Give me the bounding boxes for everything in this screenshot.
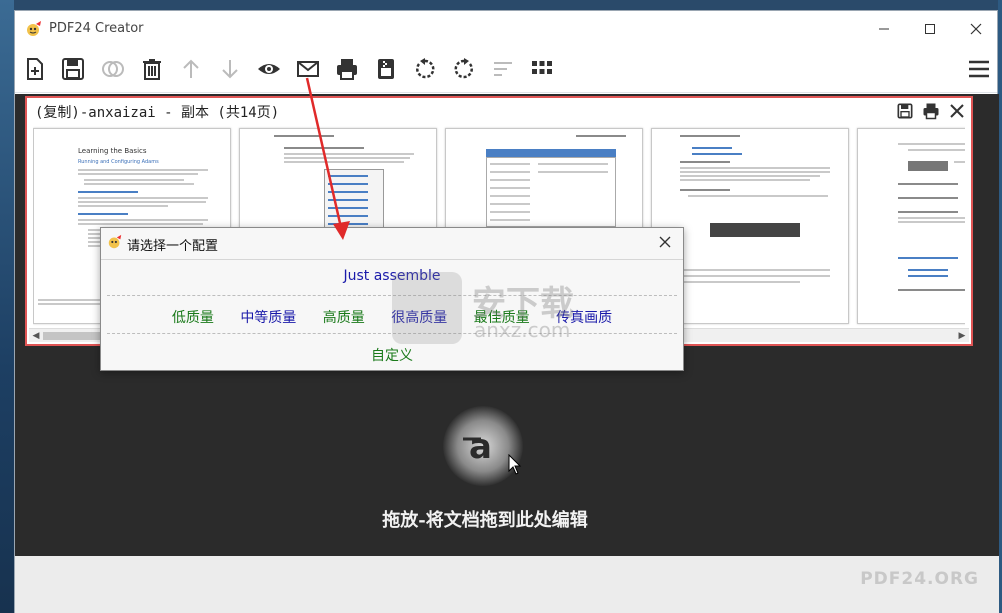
window-title: PDF24 Creator	[49, 21, 144, 36]
dialog-app-icon	[107, 234, 123, 250]
minimize-button[interactable]	[861, 11, 907, 47]
close-icon[interactable]	[655, 232, 675, 252]
drop-area[interactable]: a 拖放-将文档拖到此处编辑	[15, 374, 999, 556]
grid-icon[interactable]	[526, 53, 558, 85]
save-icon[interactable]	[57, 53, 89, 85]
print-icon[interactable]	[331, 53, 363, 85]
option-custom[interactable]: 自定义	[101, 345, 683, 365]
option-just-assemble[interactable]: Just assemble	[101, 268, 683, 284]
option-fax-quality[interactable]: 传真画质	[556, 310, 612, 326]
option-medium-quality[interactable]: 中等质量	[240, 310, 296, 326]
merge-icon[interactable]	[97, 53, 129, 85]
pdf24-app-icon	[25, 20, 43, 38]
document-title: (复制)-anxaizai - 副本 (共14页)	[35, 105, 280, 121]
menu-icon[interactable]	[963, 53, 995, 85]
footer: PDF24.ORG	[15, 556, 999, 613]
preview-icon[interactable]	[253, 53, 285, 85]
dialog-separator	[101, 259, 683, 260]
thumb-subheading: Running and Configuring Adams	[78, 159, 159, 165]
move-down-icon[interactable]	[214, 53, 246, 85]
move-up-icon[interactable]	[175, 53, 207, 85]
close-window-button[interactable]	[953, 11, 999, 47]
thumb-heading: Learning the Basics	[78, 147, 147, 155]
rotate-left-icon[interactable]	[409, 53, 441, 85]
rotate-right-icon[interactable]	[448, 53, 480, 85]
title-bar: PDF24 Creator	[15, 11, 997, 47]
dialog-title: 请选择一个配置	[127, 239, 219, 254]
sort-icon[interactable]	[487, 53, 519, 85]
svg-text:a: a	[469, 427, 492, 467]
email-icon[interactable]	[292, 53, 324, 85]
add-file-icon[interactable]	[19, 53, 51, 85]
doc-close-icon[interactable]	[947, 101, 967, 121]
compress-icon[interactable]	[370, 53, 402, 85]
delete-icon[interactable]	[136, 53, 168, 85]
toolbar	[15, 47, 997, 93]
footer-brand: PDF24.ORG	[860, 569, 979, 589]
doc-print-icon[interactable]	[921, 101, 941, 121]
maximize-button[interactable]	[907, 11, 953, 47]
dialog-divider	[107, 333, 677, 334]
option-best-quality[interactable]: 最佳质量	[474, 310, 530, 326]
doc-save-icon[interactable]	[895, 101, 915, 121]
option-high-quality[interactable]: 高质量	[323, 310, 365, 326]
scroll-right-icon[interactable]: ▶	[955, 329, 969, 343]
dialog-divider	[107, 295, 677, 296]
option-low-quality[interactable]: 低质量	[172, 310, 214, 326]
desktop-background	[0, 0, 14, 613]
profile-dialog: 请选择一个配置 Just assemble 低质量 中等质量 高质量 很高质量 …	[100, 227, 684, 371]
quality-options: 低质量 中等质量 高质量 很高质量 最佳质量 传真画质	[101, 307, 683, 327]
page-thumbnail[interactable]	[857, 128, 965, 324]
mouse-cursor-icon	[508, 454, 522, 475]
option-very-high-quality[interactable]: 很高质量	[391, 310, 447, 326]
drop-hint: 拖放-将文档拖到此处编辑	[382, 510, 588, 531]
scroll-left-icon[interactable]: ◀	[29, 329, 43, 343]
